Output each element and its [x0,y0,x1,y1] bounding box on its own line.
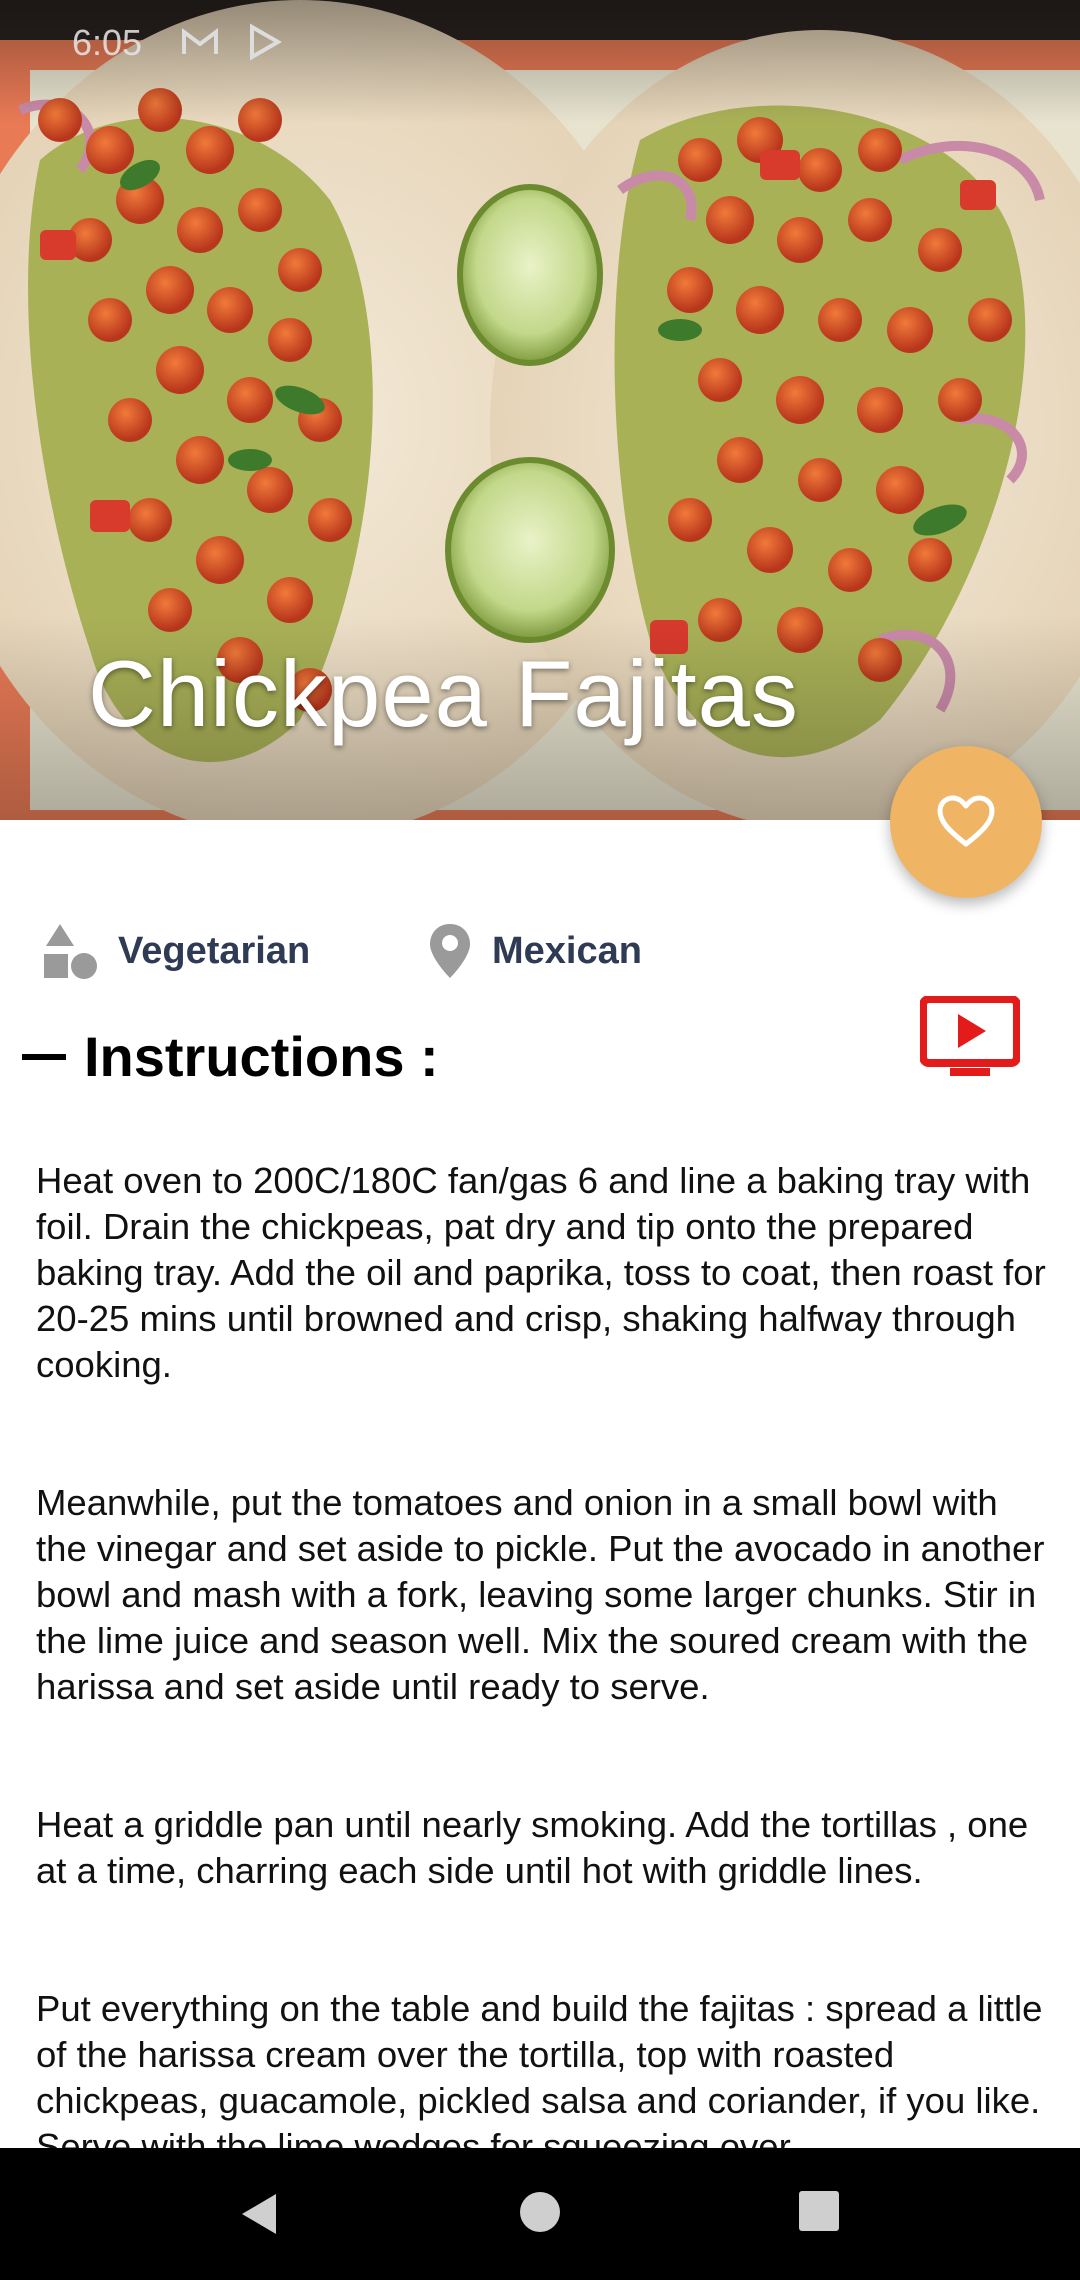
instruction-paragraph: Meanwhile, put the tomatoes and onion in… [36,1482,1045,1707]
favorite-button[interactable] [890,746,1042,898]
home-icon[interactable] [518,2190,562,2239]
heading-dash [22,1053,66,1060]
instructions-heading: Instructions : [84,1025,439,1088]
shapes-icon [44,924,97,979]
instructions-text: Heat oven to 200C/180C fan/gas 6 and lin… [36,1112,1046,2262]
play-store-icon [244,22,284,62]
area-tag: Mexican [428,922,642,980]
recipe-title: Chickpea Fajitas [88,641,799,746]
instruction-paragraph: Put everything on the table and build th… [36,1988,1043,2167]
recipe-image: 6:05 Chickpea Fajitas [0,0,1080,820]
gmail-icon [180,22,220,62]
instructions-header: Instructions : [22,1024,439,1089]
recents-icon[interactable] [798,2190,840,2237]
youtube-play-icon [919,995,1021,1076]
category-tag: Vegetarian [42,922,310,980]
back-icon[interactable] [236,2190,284,2243]
heart-outline-icon [937,795,995,847]
watch-video-button[interactable] [919,995,1021,1083]
status-time: 6:05 [72,22,143,63]
system-nav-bar [0,2148,1080,2280]
instruction-paragraph: Heat oven to 200C/180C fan/gas 6 and lin… [36,1160,1046,1385]
location-pin-icon [430,924,470,978]
category-label: Vegetarian [118,929,311,972]
area-label: Mexican [492,929,642,972]
instruction-paragraph: Heat a griddle pan until nearly smoking.… [36,1804,1029,1891]
status-bar: 6:05 [0,0,1080,84]
